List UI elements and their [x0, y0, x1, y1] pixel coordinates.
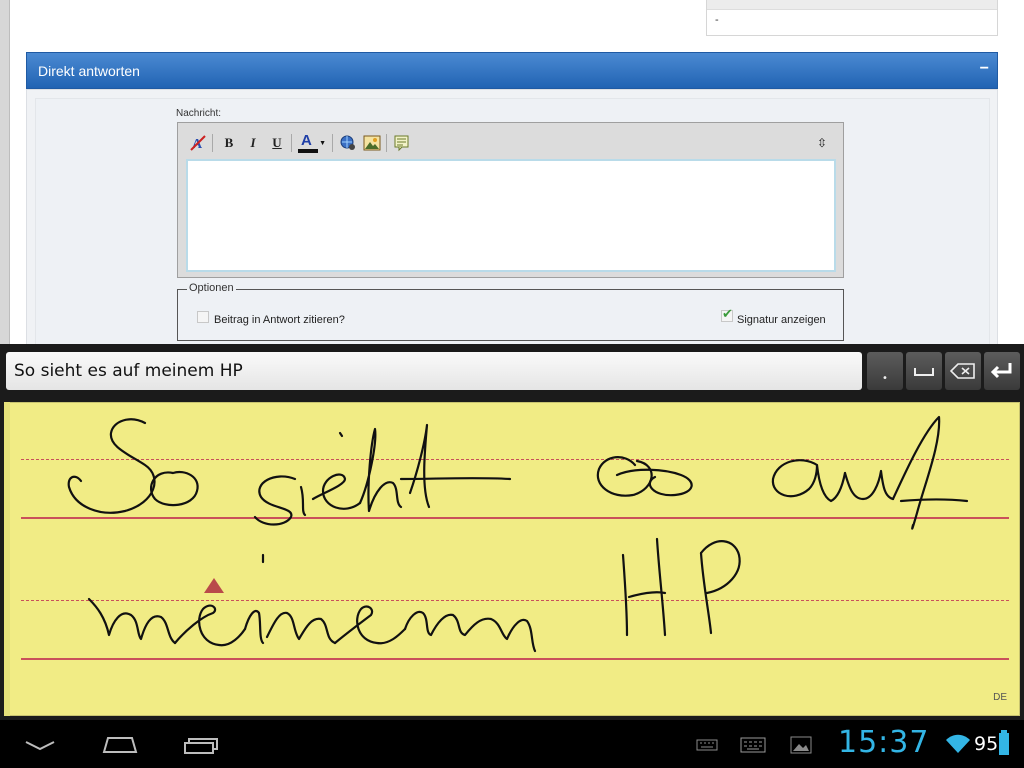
editor-toolbar: A B I U A ▼ — [186, 131, 836, 157]
previous-post-text: - — [715, 14, 719, 26]
backspace-key[interactable] — [945, 352, 981, 390]
input-method-icon[interactable] — [740, 737, 766, 753]
quick-reply-title: Direkt antworten — [38, 63, 140, 79]
insert-link-icon[interactable] — [338, 133, 358, 153]
forum-webpage: - Direkt antworten − Nachricht: A B I U … — [0, 0, 1024, 344]
quick-reply-header[interactable]: Direkt antworten − — [26, 52, 998, 89]
underline-button[interactable]: U — [267, 133, 287, 153]
quote-in-reply-label: Beitrag in Antwort zitieren? — [214, 314, 345, 326]
keyboard-status-icon — [696, 739, 718, 751]
screenshot-icon — [790, 736, 812, 754]
handwriting-pad[interactable]: DE — [4, 402, 1020, 716]
period-key[interactable]: • — [867, 352, 903, 390]
message-textarea[interactable] — [186, 159, 836, 272]
recognized-text-field[interactable]: So sieht es auf meinem HP — [6, 352, 862, 390]
backspace-icon — [950, 363, 975, 379]
message-label: Nachricht: — [176, 108, 222, 119]
bold-button[interactable]: B — [219, 133, 239, 153]
insert-image-icon[interactable] — [362, 133, 382, 153]
recent-apps-icon[interactable] — [183, 735, 219, 755]
resize-editor-button[interactable]: ⇳ — [812, 133, 832, 153]
italic-button[interactable]: I — [243, 133, 263, 153]
chevron-down-icon: ▼ — [319, 139, 326, 147]
remove-format-icon[interactable]: A — [188, 133, 208, 153]
enter-icon — [990, 363, 1012, 379]
space-key[interactable] — [906, 352, 942, 390]
home-icon[interactable] — [100, 734, 140, 754]
checkmark-icon: ✔ — [722, 307, 733, 322]
space-bar-icon — [914, 368, 934, 376]
language-indicator[interactable]: DE — [993, 692, 1007, 703]
show-signature-checkbox[interactable]: ✔ — [721, 307, 733, 322]
page-scrollbar[interactable] — [0, 0, 10, 344]
font-color-icon: A — [301, 132, 312, 149]
enter-key[interactable] — [984, 352, 1020, 390]
message-editor: A B I U A ▼ — [177, 122, 844, 278]
clock[interactable]: 15:37 — [838, 725, 929, 760]
wifi-icon — [946, 734, 970, 753]
insert-quote-icon[interactable] — [392, 133, 412, 153]
battery-level: 95 — [974, 733, 999, 755]
collapse-button[interactable]: − — [980, 60, 989, 78]
font-color-button[interactable]: A ▼ — [298, 132, 326, 153]
quote-in-reply-checkbox[interactable] — [197, 311, 209, 323]
show-signature-label: Signatur anzeigen — [737, 314, 826, 326]
handwriting-ink — [67, 415, 969, 653]
options-legend: Optionen — [187, 282, 236, 294]
period-icon: • — [882, 372, 888, 384]
hide-keyboard-icon[interactable] — [22, 736, 58, 752]
previous-post-box: - — [706, 0, 998, 36]
handwriting-keyboard: So sieht es auf meinem HP • DE — [0, 344, 1024, 720]
battery-icon — [999, 730, 1009, 755]
options-fieldset: Optionen Beitrag in Antwort zitieren? ✔ … — [177, 282, 844, 341]
system-navigation-bar: 15:37 95 — [0, 720, 1024, 768]
